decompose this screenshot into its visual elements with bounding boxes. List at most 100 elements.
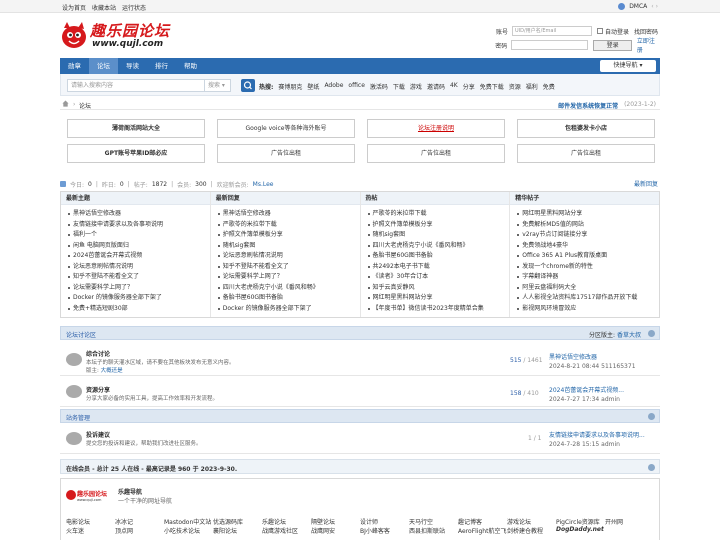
friend-link[interactable]: 趣记博客 bbox=[458, 517, 482, 526]
list-item[interactable]: 护照文件簿单模板分享 bbox=[367, 220, 510, 231]
announcement-title[interactable]: 邮件发信系统恢复正常 bbox=[558, 101, 618, 110]
search-type-select[interactable]: 搜索 ▾ bbox=[205, 79, 231, 92]
account-input[interactable]: UID/用户名/Email bbox=[512, 26, 592, 36]
friend-link[interactable]: BJ小峰客客 bbox=[360, 526, 390, 535]
nav-forum[interactable]: 论坛 bbox=[89, 58, 118, 74]
friend-link[interactable]: 隔壁论坛 bbox=[311, 517, 335, 526]
ad-slot[interactable]: 广告位出租 bbox=[217, 144, 355, 163]
friend-link[interactable]: Mastodon中文站 bbox=[164, 517, 211, 526]
list-item[interactable]: 《读者》30年合订本 bbox=[367, 272, 510, 283]
hot-item[interactable]: 资源 bbox=[509, 82, 521, 91]
ad-slot[interactable]: 薄荷阁活网站大全 bbox=[67, 119, 205, 138]
friend-link[interactable]: 战鹰网安 bbox=[311, 526, 335, 535]
forum-row-general[interactable]: 综合讨论 本坛子的聊天灌水区域，请不要在其他板块发布无意义内容。 版主: 大概还… bbox=[60, 341, 660, 376]
friend-link[interactable]: 战鹰游戏社区 bbox=[262, 526, 298, 535]
home-icon[interactable] bbox=[62, 100, 69, 107]
friend-link[interactable]: PigCircle资源库 bbox=[556, 517, 600, 526]
remember-checkbox[interactable]: 自动登录 bbox=[597, 27, 629, 36]
list-item[interactable]: 随机sig套图 bbox=[367, 230, 510, 241]
list-item[interactable]: 随机sig套图 bbox=[217, 241, 360, 252]
list-item[interactable]: 阿里云盘福利码大全 bbox=[517, 283, 659, 294]
checkbox-icon[interactable] bbox=[597, 28, 603, 34]
list-item[interactable]: Office 365 A1 Plus教育版桌面 bbox=[517, 251, 659, 262]
list-item[interactable]: 护照文件簿单模板分享 bbox=[217, 230, 360, 241]
forum-row-feedback[interactable]: 投诉建议 提交您的投诉和建议，帮助我们改进社区服务。 1 / 1 友情链接申请要… bbox=[60, 424, 660, 454]
nav-guide[interactable]: 导读 bbox=[118, 58, 147, 74]
last-post-link[interactable]: 友情链接申请要求以及各事项说明... bbox=[549, 430, 654, 439]
run-status-link[interactable]: 运行状态 bbox=[122, 3, 146, 12]
forum-row-resources[interactable]: 资源分享 分享大家必备的实用工具，提高工作效率和开发流程。 158 / 410 … bbox=[60, 377, 660, 407]
list-item[interactable]: 发现一个chrome新的特性 bbox=[517, 262, 659, 273]
hot-item[interactable]: 激活码 bbox=[370, 82, 388, 91]
search-input[interactable]: 请输入搜索内容 bbox=[67, 79, 205, 92]
forgot-password-link[interactable]: 找回密码 bbox=[634, 27, 658, 36]
list-item[interactable]: 知乎云真妥静风 bbox=[367, 283, 510, 294]
ad-slot[interactable]: 广告位出租 bbox=[517, 144, 655, 163]
forum-name[interactable]: 资源分享 bbox=[86, 385, 110, 394]
hot-item[interactable]: 分享 bbox=[463, 82, 475, 91]
site-logo[interactable]: 趣乐园论坛 www.qujl.com bbox=[60, 20, 185, 52]
hot-item[interactable]: 4K bbox=[450, 82, 458, 91]
last-post-link[interactable]: 黑神话悟空修改器 bbox=[549, 352, 654, 361]
list-item[interactable]: 免费+精选短剧30部 bbox=[68, 304, 210, 315]
list-item[interactable]: 黑神话悟空修改器 bbox=[217, 209, 360, 220]
friend-link[interactable]: 优选源码库 bbox=[213, 517, 243, 526]
friend-link[interactable]: 开州网 bbox=[605, 517, 623, 526]
search-button[interactable] bbox=[241, 79, 255, 92]
friend-link[interactable]: 剑桥建仓教程 bbox=[507, 526, 543, 535]
hot-item[interactable]: 福利 bbox=[526, 82, 538, 91]
ad-slot[interactable]: GPT账号苹果ID邮必应 bbox=[67, 144, 205, 163]
ad-slot[interactable]: 广告位出租 bbox=[367, 144, 505, 163]
list-item[interactable]: 四川大老虎杨克宁小说《番风和畅》 bbox=[217, 283, 360, 294]
list-item[interactable]: 福利一个 bbox=[68, 230, 210, 241]
list-item[interactable]: 免费解析MD5值的网站 bbox=[517, 220, 659, 231]
hot-item[interactable]: Adobe bbox=[324, 82, 343, 91]
list-item[interactable]: 友情链接申请要求以及各事项说明 bbox=[68, 220, 210, 231]
hot-item[interactable]: 免费下载 bbox=[480, 82, 504, 91]
quick-nav-button[interactable]: 快捷导航 ▾ bbox=[600, 60, 656, 72]
register-link[interactable]: 立即注册 bbox=[637, 36, 660, 54]
newest-member-link[interactable]: Ms.Lee bbox=[253, 181, 274, 188]
list-item[interactable]: 论坛恶意刷帖情况说明 bbox=[217, 251, 360, 262]
friend-link[interactable]: DogDaddy.net bbox=[556, 526, 604, 533]
list-item[interactable]: 字幕翻译神器 bbox=[517, 272, 659, 283]
friend-link[interactable]: 顶点网 bbox=[115, 526, 133, 535]
section-title[interactable]: 论坛讨论区 bbox=[66, 330, 96, 339]
list-item[interactable]: 闲鱼 电脑网页版面归 bbox=[68, 241, 210, 252]
dmca-link[interactable]: DMCA bbox=[629, 3, 647, 10]
friend-link[interactable]: 襄阳论坛 bbox=[213, 526, 237, 535]
hot-item[interactable]: 赛博朋克 bbox=[278, 82, 302, 91]
list-item[interactable]: 网红明星黑料网站分享 bbox=[367, 293, 510, 304]
list-item[interactable]: 人人影视全站资料库17517部作品开放下载 bbox=[517, 293, 659, 304]
list-item[interactable]: 黑神话悟空修改器 bbox=[68, 209, 210, 220]
login-button[interactable]: 登录 bbox=[593, 39, 632, 51]
list-item[interactable]: 严歌苓的米拉带下载 bbox=[217, 220, 360, 231]
list-item[interactable]: 论坛需要科学上网了？ bbox=[68, 283, 210, 294]
list-item[interactable]: 四川大老虎杨克宁小说《番风和畅》 bbox=[367, 241, 510, 252]
list-item[interactable]: 严歌苓的米拉带下载 bbox=[367, 209, 510, 220]
nav-medals[interactable]: 勋章 bbox=[60, 58, 89, 74]
friend-link[interactable]: AeroFlight航空飞 bbox=[458, 526, 506, 535]
list-item[interactable]: 知乎不登陆不能看全文了 bbox=[217, 262, 360, 273]
friend-link[interactable]: 游戏论坛 bbox=[507, 517, 531, 526]
latest-reply-link[interactable]: 最新回复 bbox=[634, 179, 658, 188]
list-item[interactable]: 知乎不登陆不能看全文了 bbox=[68, 272, 210, 283]
friend-link[interactable]: 乐趣论坛 bbox=[262, 517, 286, 526]
breadcrumb-current[interactable]: 论坛 bbox=[79, 101, 91, 110]
friend-link[interactable]: 天马行空 bbox=[409, 517, 433, 526]
hot-item[interactable]: 游戏 bbox=[410, 82, 422, 91]
nav-title[interactable]: 乐趣导航 bbox=[118, 487, 142, 496]
nav-logo[interactable]: 趣乐园论坛 www.qujl.com bbox=[65, 487, 111, 502]
friend-link[interactable]: 火车迷 bbox=[66, 526, 84, 535]
hot-item[interactable]: 壁纸 bbox=[307, 82, 319, 91]
friend-link[interactable]: 设计师 bbox=[360, 517, 378, 526]
ad-slot[interactable]: 包租婆发卡小店 bbox=[517, 119, 655, 138]
bookmark-link[interactable]: 收藏本站 bbox=[92, 3, 116, 12]
list-item[interactable]: 论坛恶意刷帖情况说明 bbox=[68, 262, 210, 273]
nav-ranking[interactable]: 排行 bbox=[147, 58, 176, 74]
hot-item[interactable]: 邀请码 bbox=[427, 82, 445, 91]
forum-moderator-link[interactable]: 大概还是 bbox=[101, 368, 123, 374]
list-item[interactable]: v2ray节点订阅链接分享 bbox=[517, 230, 659, 241]
hot-item[interactable]: office bbox=[348, 82, 364, 91]
list-item[interactable]: Docker 的镜像服务器全部下架了 bbox=[68, 293, 210, 304]
